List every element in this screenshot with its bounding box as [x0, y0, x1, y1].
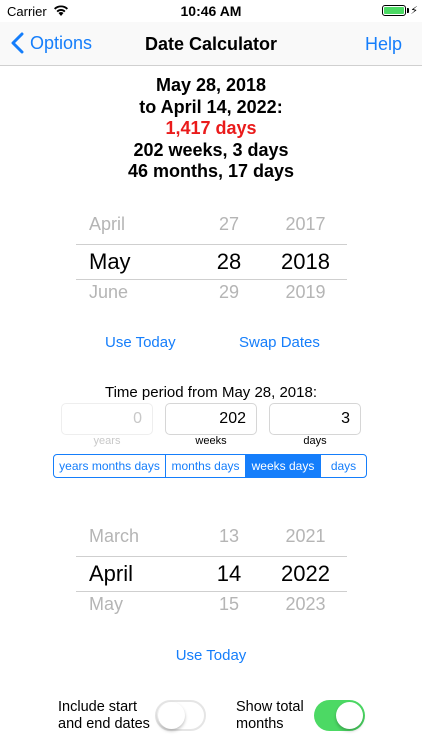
picker-year[interactable]: 2023: [264, 594, 347, 615]
picker-year-selected[interactable]: 2018: [264, 249, 347, 275]
picker-row-next[interactable]: May 15 2023: [76, 594, 347, 615]
use-today-end-button[interactable]: Use Today: [0, 647, 422, 664]
weeks-field-label: weeks: [195, 435, 227, 447]
picker-month[interactable]: May: [76, 594, 194, 615]
clock: 10:46 AM: [180, 3, 242, 19]
picker-year-selected[interactable]: 2022: [264, 561, 347, 587]
result-weeks: 202 weeks, 3 days: [133, 139, 289, 160]
picker-year[interactable]: 2019: [264, 282, 347, 303]
picker-day-selected[interactable]: 14: [194, 561, 264, 587]
result-end-date: to April 14, 2022:: [139, 96, 283, 117]
segment-days[interactable]: days: [321, 455, 366, 477]
charging-icon: ⚡: [410, 5, 418, 17]
picker-row-prev[interactable]: April 27 2017: [76, 214, 347, 235]
picker-day-selected[interactable]: 28: [194, 249, 264, 275]
page-title: Date Calculator: [144, 34, 278, 54]
picker-day[interactable]: 15: [194, 594, 264, 615]
picker-year[interactable]: 2021: [264, 526, 347, 547]
segment-years-months-days[interactable]: years months days: [54, 455, 166, 477]
days-field[interactable]: [269, 403, 361, 435]
picker-month[interactable]: March: [76, 526, 194, 547]
status-bar: Carrier 10:46 AM ⚡: [0, 0, 422, 22]
picker-month[interactable]: April: [76, 214, 194, 235]
show-months-label: Show total months: [236, 699, 304, 733]
include-dates-label: Include start and end dates: [58, 699, 150, 733]
days-field-label: days: [303, 435, 327, 447]
show-months-label-line1: Show total: [236, 699, 304, 715]
picker-row-selected[interactable]: April 14 2022: [76, 556, 347, 592]
result-months: 46 months, 17 days: [127, 161, 295, 181]
include-dates-label-line2: and end dates: [58, 716, 150, 732]
segment-months-days[interactable]: months days: [166, 455, 246, 477]
include-dates-switch[interactable]: [155, 700, 206, 731]
result-summary: May 28, 2018 to April 14, 2022: 1,417 da…: [0, 75, 422, 183]
switch-knob: [336, 702, 363, 729]
unit-segmented-control[interactable]: years months days months days weeks days…: [53, 454, 367, 478]
weeks-field[interactable]: [165, 403, 257, 435]
battery-icon: [382, 5, 406, 16]
picker-row-next[interactable]: June 29 2019: [76, 282, 347, 303]
time-period-label: Time period from May 28, 2018:: [104, 384, 318, 401]
use-today-start-button[interactable]: Use Today: [105, 334, 176, 351]
picker-year[interactable]: 2017: [264, 214, 347, 235]
picker-month[interactable]: June: [76, 282, 194, 303]
help-button[interactable]: Help: [365, 34, 402, 55]
picker-day[interactable]: 27: [194, 214, 264, 235]
battery-cap: [407, 8, 409, 13]
show-months-label-line2: months: [236, 716, 284, 732]
segment-weeks-days[interactable]: weeks days: [246, 455, 321, 477]
picker-month-selected[interactable]: April: [76, 561, 194, 587]
result-total-days: 1,417 days: [165, 118, 257, 138]
picker-row-selected[interactable]: May 28 2018: [76, 244, 347, 280]
picker-row-prev[interactable]: March 13 2021: [76, 526, 347, 547]
show-months-switch[interactable]: [314, 700, 365, 731]
years-field[interactable]: [61, 403, 153, 435]
include-dates-label-line1: Include start: [58, 699, 137, 715]
swap-dates-button[interactable]: Swap Dates: [239, 334, 320, 351]
result-start-date: May 28, 2018: [155, 75, 267, 95]
navigation-bar: Options Date Calculator Help: [0, 22, 422, 66]
years-field-label: years: [93, 435, 121, 447]
picker-day[interactable]: 13: [194, 526, 264, 547]
picker-day[interactable]: 29: [194, 282, 264, 303]
end-date-picker[interactable]: March 13 2021 April 14 2022 May 15 2023: [76, 522, 347, 626]
start-date-picker[interactable]: April 27 2017 May 28 2018 June 29 2019: [76, 210, 347, 314]
switch-knob: [158, 702, 185, 729]
picker-month-selected[interactable]: May: [76, 249, 194, 275]
